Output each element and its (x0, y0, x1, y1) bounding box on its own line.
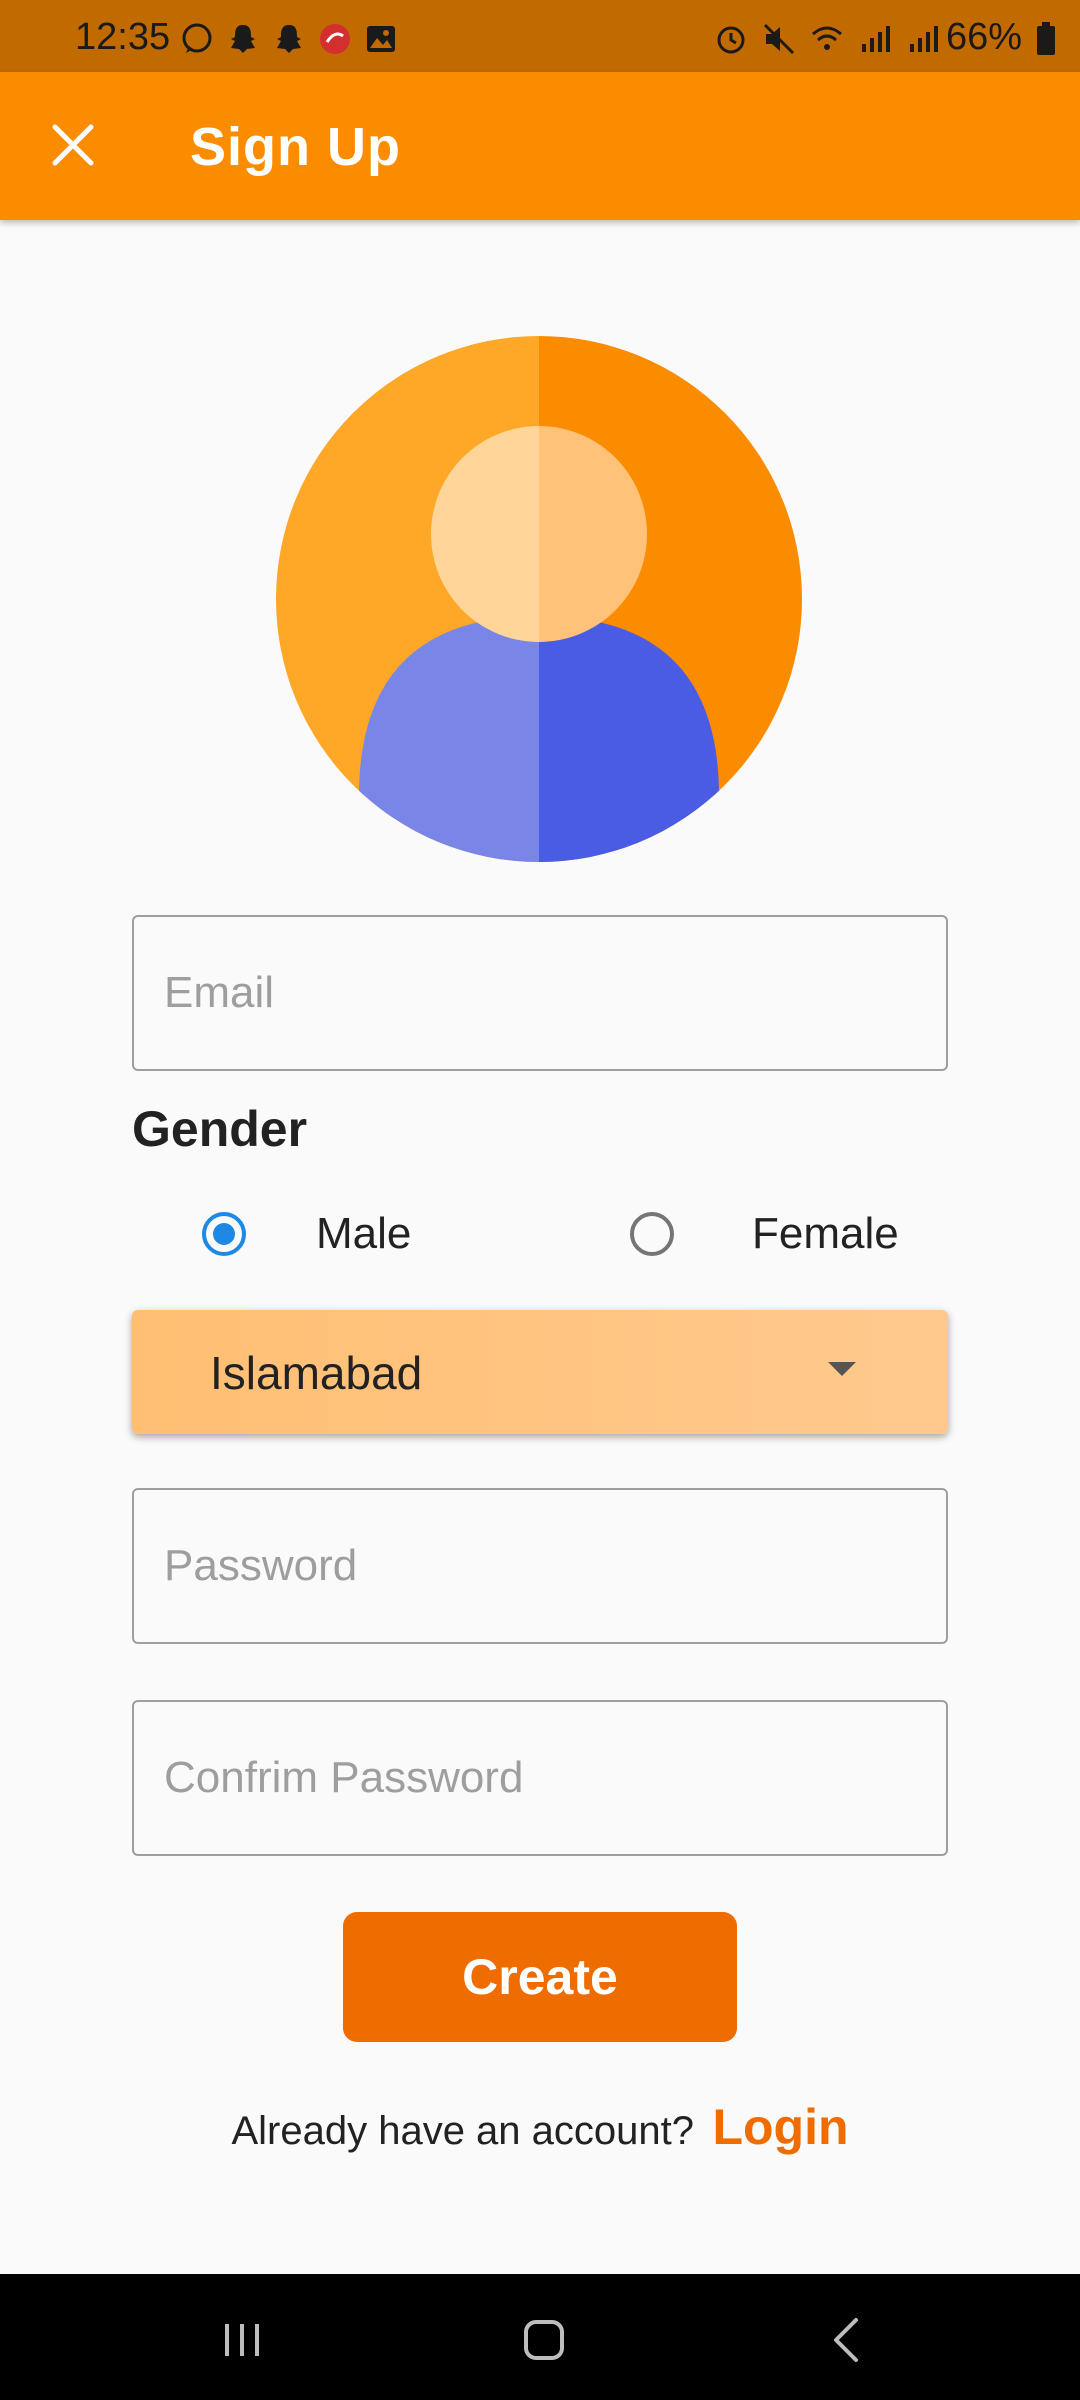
snapchat-icon (231, 25, 255, 53)
mute-icon (763, 23, 795, 55)
battery-percentage: 66% (945, 16, 1022, 58)
status-time: 12:35 (75, 16, 171, 58)
status-right-icons (714, 22, 940, 56)
email-field[interactable] (132, 915, 948, 1071)
confirm-password-input[interactable] (134, 1702, 946, 1854)
gender-option-label: Male (316, 1209, 412, 1258)
page-title: Sign Up (190, 117, 401, 177)
close-icon[interactable] (45, 117, 101, 173)
dropdown-arrow-icon (828, 1362, 856, 1376)
snapchat-icon (277, 25, 301, 53)
alarm-icon (717, 26, 745, 54)
app-bar: Sign Up (0, 72, 1080, 220)
password-field[interactable] (132, 1488, 948, 1644)
app-icon (320, 24, 350, 54)
gender-option-female[interactable]: Female (630, 1204, 899, 1264)
password-input[interactable] (134, 1490, 946, 1642)
whatsapp-icon (182, 23, 212, 53)
gender-option-label: Female (752, 1209, 899, 1258)
avatar-icon[interactable] (276, 336, 802, 862)
navigation-bar (0, 2274, 1080, 2400)
city-selected-value: Islamabad (210, 1347, 423, 1399)
status-bar: 12:35 66% (0, 0, 1080, 72)
email-input[interactable] (134, 917, 946, 1069)
gender-option-male[interactable]: Male (202, 1204, 411, 1264)
back-icon[interactable] (820, 2312, 876, 2368)
battery-icon (1037, 22, 1055, 55)
city-dropdown[interactable]: Islamabad (132, 1310, 948, 1434)
signal-icon (910, 26, 938, 52)
signal-icon (862, 26, 890, 52)
login-row: Already have an account? Login (0, 2098, 1080, 2156)
login-prompt: Already have an account? (231, 2109, 695, 2153)
radio-unchecked-icon[interactable] (630, 1212, 674, 1256)
create-button[interactable]: Create (343, 1912, 737, 2042)
home-icon[interactable] (516, 2312, 572, 2368)
gallery-icon (367, 26, 395, 52)
gender-label: Gender (132, 1101, 308, 1157)
confirm-password-field[interactable] (132, 1700, 948, 1856)
radio-checked-icon[interactable] (202, 1212, 246, 1256)
wifi-icon (812, 26, 842, 50)
recents-icon[interactable] (214, 2312, 270, 2368)
status-left-icons (180, 22, 398, 56)
login-link[interactable]: Login (712, 2099, 848, 2155)
